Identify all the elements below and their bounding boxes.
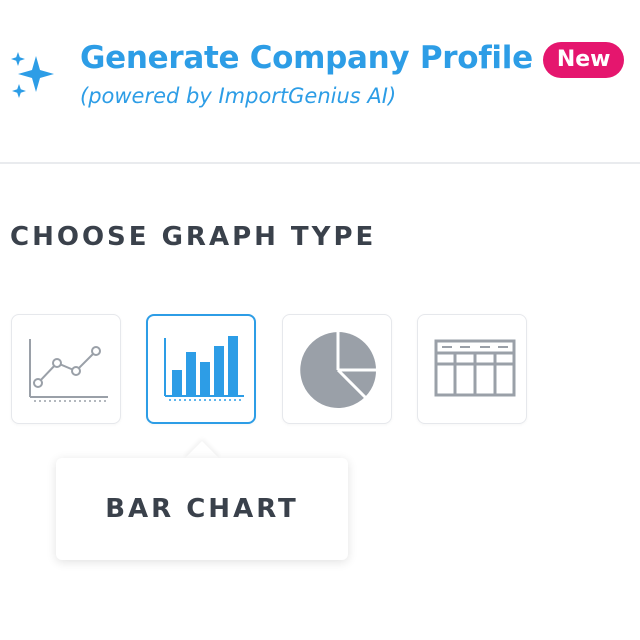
bar-chart-icon	[164, 336, 244, 401]
tooltip-arrow-cover	[178, 462, 228, 482]
section-heading: CHOOSE GRAPH TYPE	[10, 222, 377, 252]
graph-type-panel: Generate Company Profile New (powered by…	[0, 0, 640, 640]
powered-by-subtitle: (powered by ImportGenius AI)	[80, 84, 397, 108]
new-badge: New	[542, 42, 625, 78]
table-option[interactable]	[417, 314, 527, 424]
generate-profile-link[interactable]: Generate Company Profile	[80, 40, 533, 76]
pie-chart-icon	[300, 330, 378, 408]
line-chart-option[interactable]	[11, 314, 121, 424]
pie-chart-option[interactable]	[282, 314, 392, 424]
title-row: Generate Company Profile New	[80, 40, 625, 78]
table-icon	[434, 339, 516, 397]
sparkle-icon	[11, 52, 54, 98]
graph-type-options	[11, 314, 531, 428]
panel-header: Generate Company Profile New (powered by…	[0, 0, 640, 164]
tooltip-label: BAR CHART	[105, 494, 299, 524]
line-chart-icon	[29, 339, 108, 402]
bar-chart-option[interactable]	[146, 314, 256, 424]
